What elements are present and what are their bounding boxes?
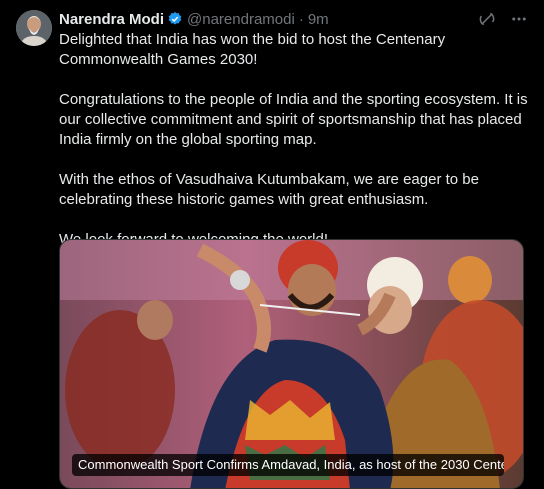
timestamp[interactable]: 9m bbox=[308, 11, 329, 28]
avatar-image bbox=[16, 10, 52, 46]
author-handle[interactable]: @narendramodi bbox=[187, 11, 295, 28]
more-icon[interactable] bbox=[510, 10, 528, 28]
card-image bbox=[60, 240, 523, 488]
tweet-text: Delighted that India has won the bid to … bbox=[59, 30, 531, 270]
tweet-paragraph: Delighted that India has won the bid to … bbox=[59, 31, 446, 68]
card-caption[interactable]: Commonwealth Sport Confirms Amdavad, Ind… bbox=[72, 454, 504, 476]
tweet-actions-top bbox=[478, 10, 528, 28]
avatar[interactable] bbox=[16, 10, 52, 46]
grok-icon[interactable] bbox=[478, 10, 496, 28]
tweet-paragraph: Congratulations to the people of India a… bbox=[59, 91, 528, 148]
tweet-paragraph: With the ethos of Vasudhaiva Kutumbakam,… bbox=[59, 171, 479, 208]
separator-dot: · bbox=[298, 10, 304, 28]
link-card[interactable]: Commonwealth Sport Confirms Amdavad, Ind… bbox=[59, 239, 524, 489]
tweet[interactable]: Narendra Modi @narendramodi · 9m Delight… bbox=[0, 0, 544, 489]
author-name[interactable]: Narendra Modi bbox=[59, 11, 164, 28]
verified-badge-icon bbox=[167, 11, 183, 27]
tweet-header: Narendra Modi @narendramodi · 9m bbox=[59, 9, 329, 29]
